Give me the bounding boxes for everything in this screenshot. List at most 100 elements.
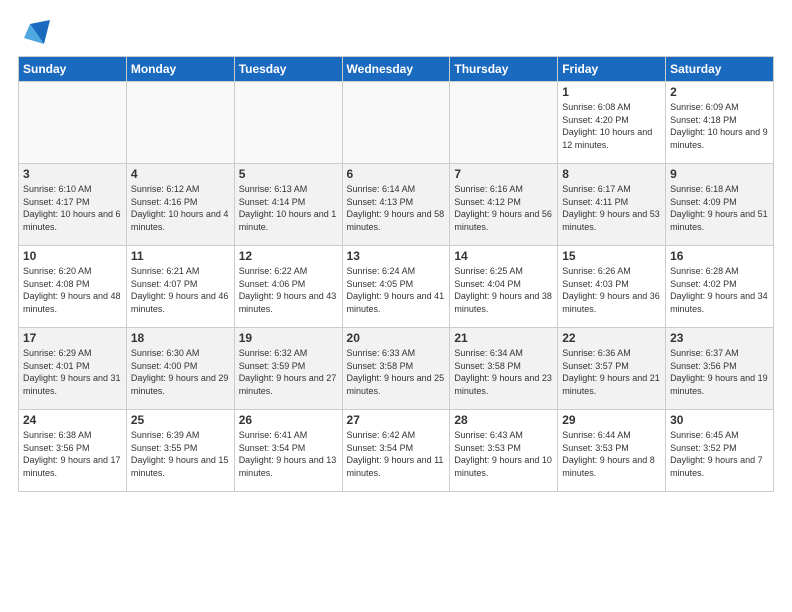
day-info: Sunrise: 6:33 AM Sunset: 3:58 PM Dayligh…	[347, 347, 446, 397]
day-info: Sunrise: 6:17 AM Sunset: 4:11 PM Dayligh…	[562, 183, 661, 233]
calendar-cell: 11 Sunrise: 6:21 AM Sunset: 4:07 PM Dayli…	[126, 246, 234, 328]
day-number: 3	[23, 167, 122, 181]
day-number: 2	[670, 85, 769, 99]
calendar-cell: 12 Sunrise: 6:22 AM Sunset: 4:06 PM Dayli…	[234, 246, 342, 328]
day-info: Sunrise: 6:32 AM Sunset: 3:59 PM Dayligh…	[239, 347, 338, 397]
day-number: 29	[562, 413, 661, 427]
day-number: 23	[670, 331, 769, 345]
day-number: 16	[670, 249, 769, 263]
day-info: Sunrise: 6:12 AM Sunset: 4:16 PM Dayligh…	[131, 183, 230, 233]
day-number: 25	[131, 413, 230, 427]
day-number: 20	[347, 331, 446, 345]
day-info: Sunrise: 6:18 AM Sunset: 4:09 PM Dayligh…	[670, 183, 769, 233]
calendar-week-row: 3 Sunrise: 6:10 AM Sunset: 4:17 PM Daylig…	[19, 164, 774, 246]
day-info: Sunrise: 6:30 AM Sunset: 4:00 PM Dayligh…	[131, 347, 230, 397]
calendar-week-row: 1Sunrise: 6:08 AM Sunset: 4:20 PM Daylig…	[19, 82, 774, 164]
day-info: Sunrise: 6:22 AM Sunset: 4:06 PM Dayligh…	[239, 265, 338, 315]
col-header-tuesday: Tuesday	[234, 57, 342, 82]
day-info: Sunrise: 6:14 AM Sunset: 4:13 PM Dayligh…	[347, 183, 446, 233]
day-number: 8	[562, 167, 661, 181]
col-header-thursday: Thursday	[450, 57, 558, 82]
day-number: 17	[23, 331, 122, 345]
page: SundayMondayTuesdayWednesdayThursdayFrid…	[0, 0, 792, 612]
col-header-monday: Monday	[126, 57, 234, 82]
day-number: 1	[562, 85, 661, 99]
day-info: Sunrise: 6:13 AM Sunset: 4:14 PM Dayligh…	[239, 183, 338, 233]
day-number: 27	[347, 413, 446, 427]
day-info: Sunrise: 6:44 AM Sunset: 3:53 PM Dayligh…	[562, 429, 661, 479]
calendar-week-row: 24 Sunrise: 6:38 AM Sunset: 3:56 PM Dayli…	[19, 410, 774, 492]
calendar-cell: 18 Sunrise: 6:30 AM Sunset: 4:00 PM Dayli…	[126, 328, 234, 410]
day-info: Sunrise: 6:43 AM Sunset: 3:53 PM Dayligh…	[454, 429, 553, 479]
calendar-cell: 28 Sunrise: 6:43 AM Sunset: 3:53 PM Dayli…	[450, 410, 558, 492]
calendar-cell: 24 Sunrise: 6:38 AM Sunset: 3:56 PM Dayli…	[19, 410, 127, 492]
day-number: 14	[454, 249, 553, 263]
calendar-week-row: 17 Sunrise: 6:29 AM Sunset: 4:01 PM Dayli…	[19, 328, 774, 410]
calendar-cell: 5 Sunrise: 6:13 AM Sunset: 4:14 PM Daylig…	[234, 164, 342, 246]
day-info: Sunrise: 6:16 AM Sunset: 4:12 PM Dayligh…	[454, 183, 553, 233]
calendar-table: SundayMondayTuesdayWednesdayThursdayFrid…	[18, 56, 774, 492]
day-info: Sunrise: 6:24 AM Sunset: 4:05 PM Dayligh…	[347, 265, 446, 315]
calendar-cell: 17 Sunrise: 6:29 AM Sunset: 4:01 PM Dayli…	[19, 328, 127, 410]
calendar-cell	[234, 82, 342, 164]
col-header-saturday: Saturday	[666, 57, 774, 82]
calendar-cell: 14Sunrise: 6:25 AM Sunset: 4:04 PM Dayli…	[450, 246, 558, 328]
calendar-cell: 13 Sunrise: 6:24 AM Sunset: 4:05 PM Dayli…	[342, 246, 450, 328]
day-number: 30	[670, 413, 769, 427]
day-info: Sunrise: 6:36 AM Sunset: 3:57 PM Dayligh…	[562, 347, 661, 397]
day-number: 24	[23, 413, 122, 427]
calendar-cell	[126, 82, 234, 164]
day-info: Sunrise: 6:21 AM Sunset: 4:07 PM Dayligh…	[131, 265, 230, 315]
col-header-wednesday: Wednesday	[342, 57, 450, 82]
calendar-cell: 25Sunrise: 6:39 AM Sunset: 3:55 PM Dayli…	[126, 410, 234, 492]
logo	[18, 16, 52, 46]
calendar-cell	[450, 82, 558, 164]
calendar-cell: 30 Sunrise: 6:45 AM Sunset: 3:52 PM Dayli…	[666, 410, 774, 492]
day-info: Sunrise: 6:10 AM Sunset: 4:17 PM Dayligh…	[23, 183, 122, 233]
calendar-cell: 3 Sunrise: 6:10 AM Sunset: 4:17 PM Daylig…	[19, 164, 127, 246]
calendar-cell: 10 Sunrise: 6:20 AM Sunset: 4:08 PM Dayli…	[19, 246, 127, 328]
calendar-cell	[342, 82, 450, 164]
day-info: Sunrise: 6:38 AM Sunset: 3:56 PM Dayligh…	[23, 429, 122, 479]
calendar-cell: 21 Sunrise: 6:34 AM Sunset: 3:58 PM Dayli…	[450, 328, 558, 410]
day-number: 28	[454, 413, 553, 427]
calendar-week-row: 10 Sunrise: 6:20 AM Sunset: 4:08 PM Dayli…	[19, 246, 774, 328]
day-number: 10	[23, 249, 122, 263]
calendar-cell	[19, 82, 127, 164]
day-number: 21	[454, 331, 553, 345]
day-number: 6	[347, 167, 446, 181]
calendar-cell: 15 Sunrise: 6:26 AM Sunset: 4:03 PM Dayli…	[558, 246, 666, 328]
day-info: Sunrise: 6:45 AM Sunset: 3:52 PM Dayligh…	[670, 429, 769, 479]
calendar-cell: 8 Sunrise: 6:17 AM Sunset: 4:11 PM Daylig…	[558, 164, 666, 246]
day-number: 4	[131, 167, 230, 181]
day-number: 13	[347, 249, 446, 263]
day-number: 22	[562, 331, 661, 345]
calendar-cell: 7Sunrise: 6:16 AM Sunset: 4:12 PM Daylig…	[450, 164, 558, 246]
calendar-cell: 2 Sunrise: 6:09 AM Sunset: 4:18 PM Daylig…	[666, 82, 774, 164]
calendar-cell: 22 Sunrise: 6:36 AM Sunset: 3:57 PM Dayli…	[558, 328, 666, 410]
header	[18, 16, 774, 46]
calendar-cell: 20 Sunrise: 6:33 AM Sunset: 3:58 PM Dayli…	[342, 328, 450, 410]
day-number: 26	[239, 413, 338, 427]
day-number: 5	[239, 167, 338, 181]
calendar-cell: 26Sunrise: 6:41 AM Sunset: 3:54 PM Dayli…	[234, 410, 342, 492]
day-number: 11	[131, 249, 230, 263]
calendar-cell: 9 Sunrise: 6:18 AM Sunset: 4:09 PM Daylig…	[666, 164, 774, 246]
day-number: 19	[239, 331, 338, 345]
day-info: Sunrise: 6:20 AM Sunset: 4:08 PM Dayligh…	[23, 265, 122, 315]
day-number: 12	[239, 249, 338, 263]
day-number: 18	[131, 331, 230, 345]
day-info: Sunrise: 6:34 AM Sunset: 3:58 PM Dayligh…	[454, 347, 553, 397]
calendar-cell: 29 Sunrise: 6:44 AM Sunset: 3:53 PM Dayli…	[558, 410, 666, 492]
calendar-cell: 23Sunrise: 6:37 AM Sunset: 3:56 PM Dayli…	[666, 328, 774, 410]
calendar-cell: 16 Sunrise: 6:28 AM Sunset: 4:02 PM Dayli…	[666, 246, 774, 328]
day-number: 15	[562, 249, 661, 263]
col-header-sunday: Sunday	[19, 57, 127, 82]
day-info: Sunrise: 6:09 AM Sunset: 4:18 PM Dayligh…	[670, 101, 769, 151]
day-info: Sunrise: 6:26 AM Sunset: 4:03 PM Dayligh…	[562, 265, 661, 315]
day-info: Sunrise: 6:28 AM Sunset: 4:02 PM Dayligh…	[670, 265, 769, 315]
day-number: 9	[670, 167, 769, 181]
calendar-cell: 19 Sunrise: 6:32 AM Sunset: 3:59 PM Dayli…	[234, 328, 342, 410]
calendar-cell: 6 Sunrise: 6:14 AM Sunset: 4:13 PM Daylig…	[342, 164, 450, 246]
day-info: Sunrise: 6:29 AM Sunset: 4:01 PM Dayligh…	[23, 347, 122, 397]
